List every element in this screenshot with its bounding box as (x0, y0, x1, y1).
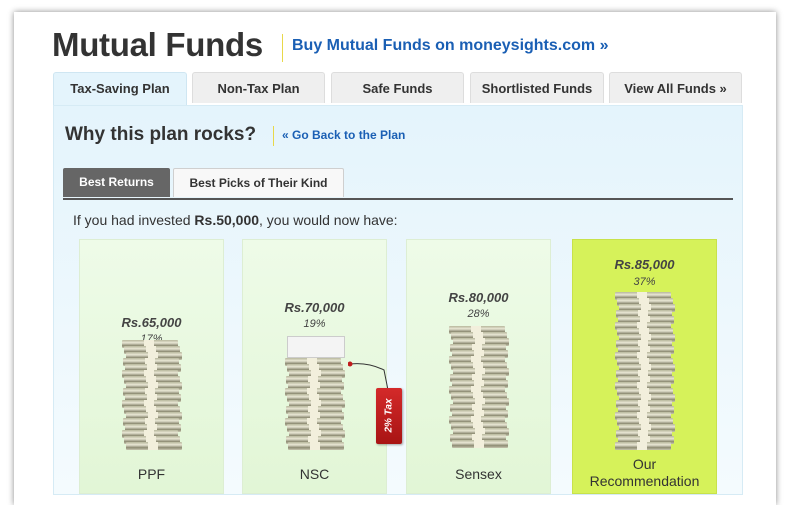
money-stack-icon (285, 358, 345, 450)
title-separator (282, 34, 283, 62)
tab-tax-saving-plan[interactable]: Tax-Saving Plan (53, 72, 187, 106)
content-frame: Mutual Funds Buy Mutual Funds on moneysi… (14, 12, 776, 505)
card-percent: 37% (633, 276, 656, 288)
card-label-line2: Recommendation (589, 473, 700, 489)
banknote-band (148, 442, 158, 450)
tab-safe-funds[interactable]: Safe Funds (331, 72, 464, 103)
tab-view-all-funds[interactable]: View All Funds » (609, 72, 742, 103)
buy-mutual-funds-link[interactable]: Buy Mutual Funds on moneysights.com » (292, 37, 608, 55)
intro-amount: Rs.50,000 (194, 212, 260, 228)
card-label-line1: Our (632, 456, 657, 472)
card-amount: Rs.80,000 (448, 290, 509, 305)
banknote (288, 442, 344, 450)
card-amount: Rs.70,000 (284, 300, 345, 315)
torn-envelope-icon (287, 336, 345, 358)
card-label: PPF (137, 466, 166, 482)
banknote-band (637, 442, 647, 450)
subtab-bar: Best Returns Best Picks of Their Kind (63, 168, 733, 200)
subtab-best-returns[interactable]: Best Returns (63, 168, 170, 197)
back-to-plan-link[interactable]: « Go Back to the Plan (282, 128, 405, 142)
result-card-ppf: Rs.65,000 17% PPF (79, 239, 224, 494)
result-card-sensex: Rs.80,000 28% Sensex (406, 239, 551, 494)
subtab-best-picks[interactable]: Best Picks of Their Kind (173, 168, 344, 197)
tax-tag-label: 2% Tax (383, 398, 395, 433)
card-label: Sensex (455, 466, 502, 482)
price-tag-icon: 2% Tax (376, 388, 402, 444)
banknote-band (310, 442, 320, 450)
money-stack-icon (615, 292, 675, 450)
card-percent: 28% (467, 308, 490, 320)
intro-text: If you had invested Rs.50,000, you would… (73, 212, 398, 228)
banknote-band (474, 440, 484, 448)
card-amount: Rs.65,000 (121, 315, 182, 330)
card-percent: 19% (303, 318, 326, 330)
intro-prefix: If you had invested (73, 212, 195, 228)
heading-separator (273, 126, 274, 146)
tab-shortlisted-funds[interactable]: Shortlisted Funds (470, 72, 604, 103)
intro-suffix: , you would now have: (259, 212, 398, 228)
result-card-recommendation: Rs.85,000 37% Our Recommendation (572, 239, 717, 494)
panel-heading: Why this plan rocks? (65, 124, 257, 145)
card-label: Our Recommendation (573, 456, 716, 490)
card-label: NSC (299, 466, 330, 482)
tag-string-icon (348, 361, 388, 390)
tab-non-tax-plan[interactable]: Non-Tax Plan (192, 72, 325, 103)
banknote (615, 442, 671, 450)
money-stack-icon (122, 340, 182, 450)
money-stack-icon (449, 326, 509, 450)
plan-panel: Why this plan rocks? « Go Back to the Pl… (53, 105, 743, 495)
result-card-nsc: Rs.70,000 19% 2% Tax NSC (242, 239, 402, 494)
page-title: Mutual Funds (52, 26, 263, 63)
banknote (452, 440, 508, 448)
card-amount: Rs.85,000 (614, 257, 675, 272)
banknote (126, 442, 182, 450)
